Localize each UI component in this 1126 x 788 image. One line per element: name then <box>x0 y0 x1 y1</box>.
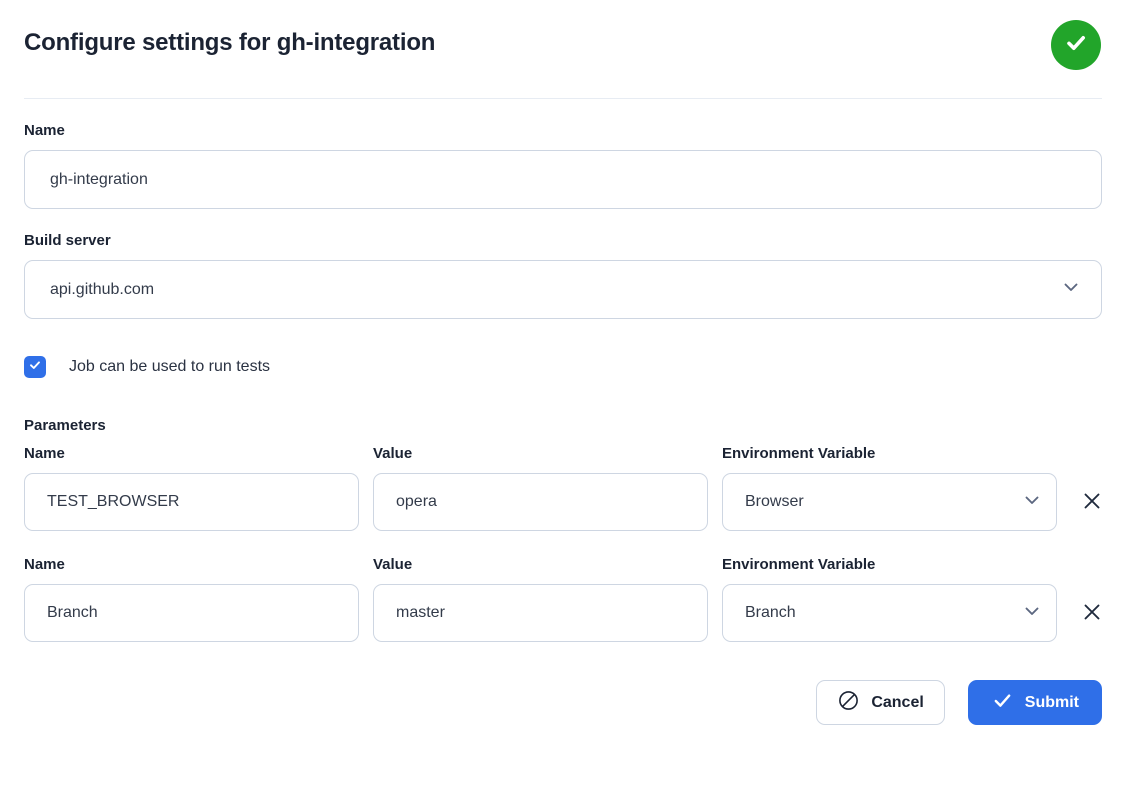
parameter-row: Name Value Environment Variable TEST_BRO… <box>24 444 1102 531</box>
param-env-value: Browser <box>745 493 1012 511</box>
parameters-heading: Parameters <box>24 417 1102 434</box>
parameter-row-controls: TEST_BROWSER opera Browser <box>24 464 1102 531</box>
param-name-input[interactable]: Branch <box>24 584 359 642</box>
param-env-label: Environment Variable <box>722 555 1057 575</box>
param-value-cell: master <box>373 575 708 642</box>
param-name-value: Branch <box>47 604 344 622</box>
chevron-down-icon <box>1061 277 1081 302</box>
remove-parameter-button[interactable] <box>1072 482 1112 522</box>
build-server-select[interactable]: api.github.com <box>24 260 1102 319</box>
parameter-row: Name Value Environment Variable Branch m… <box>24 555 1102 642</box>
submit-button[interactable]: Submit <box>968 680 1102 725</box>
chevron-down-icon <box>1022 490 1042 515</box>
cancel-button[interactable]: Cancel <box>816 680 944 725</box>
close-icon <box>1081 490 1103 515</box>
param-remove-cell <box>1057 584 1126 633</box>
param-value-cell: opera <box>373 464 708 531</box>
job-tests-checkbox[interactable] <box>24 356 46 378</box>
name-input-value: gh-integration <box>50 171 1081 189</box>
build-server-field-block: Build server api.github.com <box>24 231 1102 319</box>
dialog-header: Configure settings for gh-integration <box>24 0 1102 70</box>
check-icon <box>28 358 42 377</box>
param-value-label: Value <box>373 444 708 464</box>
remove-parameter-button[interactable] <box>1072 593 1112 633</box>
param-name-cell: TEST_BROWSER <box>24 464 359 531</box>
param-value-input[interactable]: opera <box>373 473 708 531</box>
param-name-label: Name <box>24 555 359 575</box>
close-icon <box>1081 601 1103 626</box>
configure-settings-dialog: Configure settings for gh-integration Na… <box>0 0 1126 788</box>
status-badge <box>1051 20 1101 70</box>
param-name-input[interactable]: TEST_BROWSER <box>24 473 359 531</box>
name-field-block: Name gh-integration <box>24 121 1102 209</box>
param-env-cell: Browser <box>722 464 1057 531</box>
param-name-label: Name <box>24 444 359 464</box>
ban-icon <box>837 689 860 717</box>
page-title: Configure settings for gh-integration <box>24 26 435 60</box>
param-remove-cell <box>1057 473 1126 522</box>
parameter-row-controls: Branch master Branch <box>24 575 1102 642</box>
param-value-input[interactable]: master <box>373 584 708 642</box>
param-name-value: TEST_BROWSER <box>47 493 344 511</box>
name-label: Name <box>24 121 1102 141</box>
check-circle-icon <box>1062 29 1090 62</box>
param-value-text: opera <box>396 493 693 511</box>
param-env-label: Environment Variable <box>722 444 1057 464</box>
param-value-text: master <box>396 604 693 622</box>
build-server-value: api.github.com <box>50 281 1051 299</box>
submit-button-label: Submit <box>1025 694 1079 712</box>
check-icon <box>991 689 1014 717</box>
param-name-cell: Branch <box>24 575 359 642</box>
header-divider <box>24 98 1102 99</box>
cancel-button-label: Cancel <box>871 694 923 712</box>
build-server-label: Build server <box>24 231 1102 251</box>
name-input[interactable]: gh-integration <box>24 150 1102 209</box>
param-env-select[interactable]: Branch <box>722 584 1057 642</box>
job-tests-checkbox-label: Job can be used to run tests <box>69 358 270 376</box>
param-env-select[interactable]: Browser <box>722 473 1057 531</box>
chevron-down-icon <box>1022 601 1042 626</box>
param-env-value: Branch <box>745 604 1012 622</box>
parameter-row-labels: Name Value Environment Variable <box>24 555 1102 575</box>
param-env-cell: Branch <box>722 575 1057 642</box>
param-value-label: Value <box>373 555 708 575</box>
job-tests-checkbox-row[interactable]: Job can be used to run tests <box>24 356 1102 378</box>
dialog-footer: Cancel Submit <box>24 680 1102 725</box>
parameter-row-labels: Name Value Environment Variable <box>24 444 1102 464</box>
